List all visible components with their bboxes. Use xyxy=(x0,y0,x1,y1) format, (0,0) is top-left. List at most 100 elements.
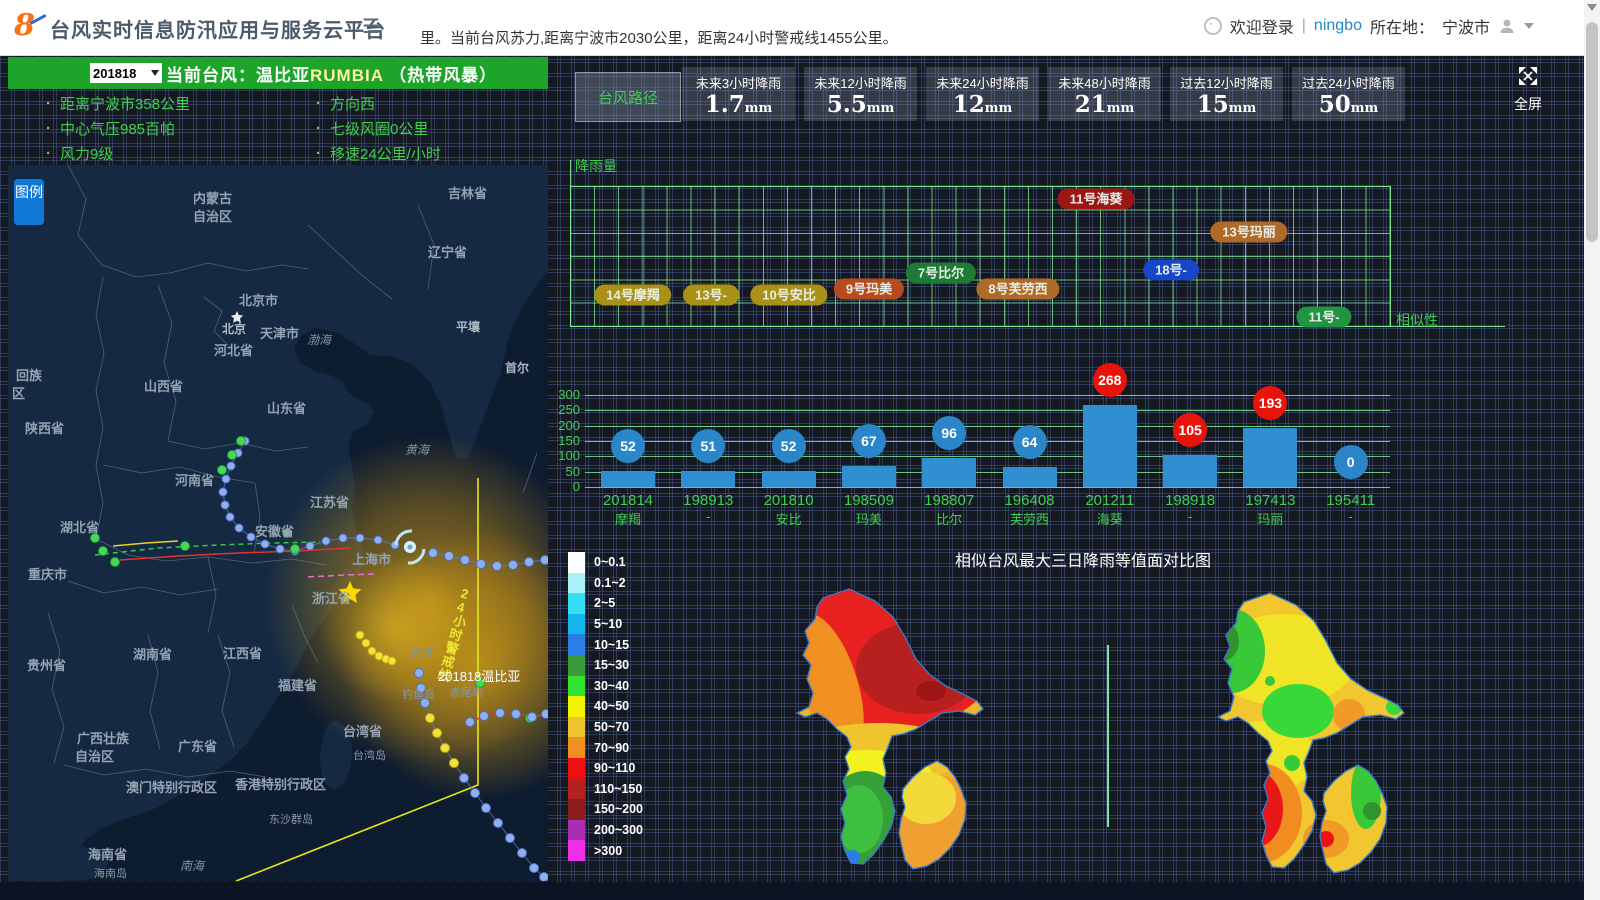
map-label: 香港特别行政区 xyxy=(234,777,326,792)
typhoon-marquee: 里。当前台风苏力,距离宁波市2030公里，距离24小时警戒线1455公里。 xyxy=(420,27,898,48)
menu-icon[interactable]: ☰ xyxy=(362,14,380,39)
map-label: 浙江省 xyxy=(312,591,351,606)
rainfall-color-legend: 0~0.1 0.1~2 2~5 5~10 10~15 xyxy=(568,552,643,861)
divider: | xyxy=(1302,17,1306,35)
username-link[interactable]: ningbo xyxy=(1314,17,1362,35)
legend-row: 40~50 xyxy=(568,696,643,717)
map-label: 钓鱼岛 xyxy=(402,687,435,701)
map-label: 湖南省 xyxy=(133,647,172,662)
typhoon-badge[interactable]: 13号玛丽 xyxy=(1210,222,1287,243)
rain-stat-card: 过去24小时降雨 50mm xyxy=(1292,67,1405,121)
similarity-axis-label: 相似性 xyxy=(1396,310,1438,330)
map-legend-button[interactable]: 图例 xyxy=(14,179,44,225)
app-header: 8 台风实时信息防汛应用与服务云平台 ☰ 里。当前台风苏力,距离宁波市2030公… xyxy=(0,0,1600,56)
y-axis-tick: 100 xyxy=(552,448,580,463)
rainfall-bar xyxy=(842,466,896,487)
contour-map-right xyxy=(1168,585,1420,881)
rainfall-bar-chart: 05010015020025030052201814摩羯51198913-522… xyxy=(568,350,1540,546)
stat-label: 未来24小时降雨 xyxy=(926,73,1039,92)
track-point xyxy=(306,542,314,550)
value-balloon: 268 xyxy=(1093,363,1127,397)
legend-swatch xyxy=(568,758,585,779)
rain-stat-card: 未来3小时降雨 1.7mm xyxy=(682,67,795,121)
typhoon-stat-item: 中心气压985百帕 xyxy=(8,116,278,141)
value-balloon: 51 xyxy=(691,429,725,463)
x-axis-name: 海葵 xyxy=(1070,509,1150,528)
typhoon-map[interactable]: 图例 xyxy=(8,165,548,881)
china-map[interactable]: 24小时警戒线 内蒙古自治区吉林省辽宁省北京市北京天津市河北省平壤渤海首尔山西省… xyxy=(8,165,548,881)
typhoon-path-button[interactable]: 台风路径 xyxy=(575,72,681,122)
value-balloon: 0 xyxy=(1334,445,1368,479)
typhoon-badge[interactable]: 11号海葵 xyxy=(1058,189,1135,210)
track-point xyxy=(525,558,534,567)
legend-swatch xyxy=(568,840,585,861)
typhoon-badge[interactable]: 18号- xyxy=(1143,260,1199,281)
contour-map-left xyxy=(753,583,993,875)
x-axis-name: 安比 xyxy=(749,509,829,528)
typhoon-badge[interactable]: 11号- xyxy=(1296,307,1351,328)
track-point xyxy=(518,849,527,858)
track-point xyxy=(222,475,230,483)
stat-unit: mm xyxy=(745,101,773,116)
scroll-up-icon[interactable] xyxy=(1587,4,1597,16)
track-point xyxy=(512,710,521,719)
stat-value: 12 xyxy=(953,91,985,118)
track-point xyxy=(235,524,243,532)
rainfall-bar xyxy=(1003,467,1057,487)
legend-range-label: 70~90 xyxy=(594,741,629,755)
comparison-divider xyxy=(1107,645,1109,827)
legend-range-label: 150~200 xyxy=(594,802,643,816)
map-label: 北京市 xyxy=(239,293,278,308)
welcome-login-link[interactable]: 欢迎登录 xyxy=(1230,14,1294,38)
x-axis-name: 玛丽 xyxy=(1230,509,1310,528)
rainfall-bar xyxy=(1243,428,1297,487)
legend-row: 10~15 xyxy=(568,634,643,655)
typhoon-select[interactable]: 201818 xyxy=(90,63,162,83)
typhoon-badge[interactable]: 10号安比 xyxy=(750,285,827,306)
map-label: 回族 xyxy=(16,368,43,383)
track-point xyxy=(480,712,489,721)
chevron-down-icon[interactable] xyxy=(1524,23,1534,34)
logo-glyph: 8 xyxy=(14,8,35,43)
map-label: 河北省 xyxy=(214,343,253,358)
legend-row: 90~110 xyxy=(568,758,643,779)
track-point xyxy=(228,451,237,460)
map-label: 自治区 xyxy=(75,749,114,764)
value-balloon: 67 xyxy=(852,424,886,458)
legend-swatch xyxy=(568,820,585,841)
track-point xyxy=(461,556,470,565)
typhoon-badge[interactable]: 14号摩羯 xyxy=(594,285,671,306)
legend-row: 30~40 xyxy=(568,676,643,697)
fullscreen-button[interactable]: 全屏 xyxy=(1506,64,1550,116)
typhoon-badge[interactable]: 7号比尔 xyxy=(906,263,976,284)
typhoon-stat-item: 距离宁波市358公里 xyxy=(8,91,278,116)
track-point xyxy=(181,542,190,551)
track-point xyxy=(247,533,255,541)
map-label: 首尔 xyxy=(505,360,529,375)
map-label: 渤海 xyxy=(307,333,333,347)
typhoon-badge[interactable]: 9号玛美 xyxy=(834,279,904,300)
x-axis-code: 197413 xyxy=(1230,492,1310,509)
stat-unit: mm xyxy=(1229,101,1257,116)
user-icon[interactable] xyxy=(1498,17,1516,35)
legend-swatch xyxy=(568,779,585,800)
typhoon-badge[interactable]: 8号芙劳西 xyxy=(976,279,1059,300)
rain-stat-card: 未来12小时降雨 5.5mm xyxy=(804,67,917,121)
typhoon-badge[interactable]: 13号- xyxy=(683,285,739,306)
track-point xyxy=(506,834,515,843)
legend-range-label: 15~30 xyxy=(594,658,629,672)
x-axis-name: 芙劳西 xyxy=(990,509,1070,528)
stat-label: 过去24小时降雨 xyxy=(1292,73,1405,92)
legend-row: 110~150 xyxy=(568,779,643,800)
map-label: 福建省 xyxy=(277,678,317,693)
legend-range-label: 0.1~2 xyxy=(594,576,626,590)
map-label: 台湾岛 xyxy=(353,748,386,762)
legend-swatch xyxy=(568,696,585,717)
page-scrollbar[interactable] xyxy=(1584,0,1600,900)
map-label: 台湾省 xyxy=(343,724,382,739)
typhoon-select-value: 201818 xyxy=(93,66,136,81)
scrollbar-thumb[interactable] xyxy=(1586,22,1598,242)
legend-row: 70~90 xyxy=(568,737,643,758)
chart-gridline xyxy=(585,487,1390,488)
dashboard: 201818 当前台风：温比亚RUMBIA （热带风暴） 距离宁波市358公里方… xyxy=(0,55,1584,900)
